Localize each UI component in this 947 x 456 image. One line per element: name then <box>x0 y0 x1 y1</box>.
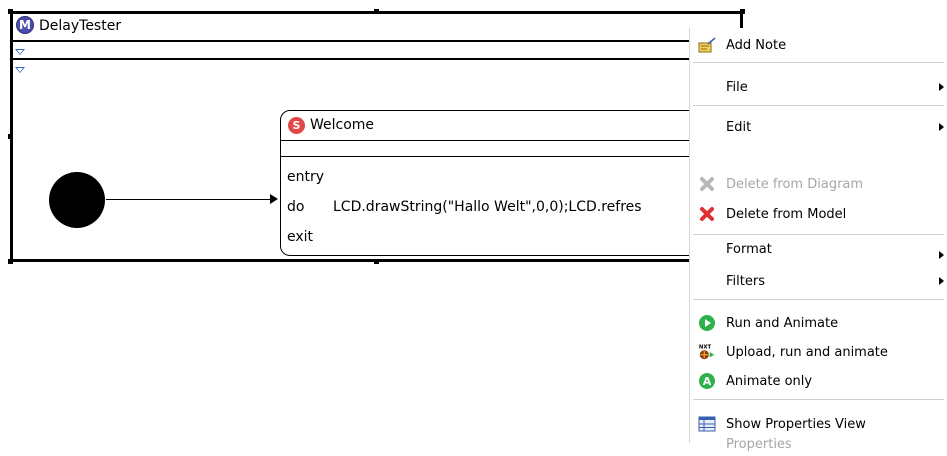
menu-item-file[interactable]: File <box>690 74 947 100</box>
selection-handle[interactable] <box>374 9 379 14</box>
menu-separator <box>693 105 944 106</box>
state-title[interactable]: Welcome <box>310 117 374 133</box>
menu-item-delete-from-diagram[interactable]: Delete from Diagram <box>690 171 947 197</box>
welcome-state[interactable]: S Welcome entry do LCD.drawString("Hallo… <box>280 110 710 256</box>
selection-handle[interactable] <box>8 134 13 139</box>
menu-item-label: File <box>726 79 748 95</box>
add-note-icon <box>698 36 716 54</box>
menu-item-label: Filters <box>726 273 765 289</box>
nxt-upload-icon: NXT <box>698 343 716 361</box>
state-icon: S <box>288 117 305 134</box>
menu-item-properties[interactable]: Properties <box>690 430 947 456</box>
run-play-icon <box>698 314 716 332</box>
menu-item-animate-only[interactable]: A Animate only <box>690 368 947 394</box>
compartment-divider <box>13 58 740 60</box>
menu-item-label: Delete from Diagram <box>726 176 864 192</box>
menu-item-label: Run and Animate <box>726 315 839 331</box>
submenu-arrow-icon <box>939 123 944 131</box>
menu-item-edit[interactable]: Edit <box>690 114 947 140</box>
collapse-triangle-icon[interactable] <box>15 49 25 55</box>
menu-item-upload-run-animate[interactable]: NXT Upload, run and animate <box>690 339 947 365</box>
menu-separator <box>693 299 944 300</box>
initial-state-node[interactable] <box>49 172 105 228</box>
transition-arrow-icon <box>270 194 278 204</box>
context-menu: Add Note File Edit Delete from Diagram D… <box>689 28 947 452</box>
selection-handle[interactable] <box>8 259 13 264</box>
menu-separator <box>693 399 944 400</box>
selection-handle[interactable] <box>8 9 13 14</box>
do-action-code: LCD.drawString("Hallo Welt",0,0);LCD.ref… <box>333 199 642 215</box>
menu-item-label: Upload, run and animate <box>726 344 888 360</box>
menu-item-label: Animate only <box>726 373 813 389</box>
menu-item-label: Properties <box>726 437 792 452</box>
state-machine-icon: M <box>16 16 34 34</box>
menu-item-label: Edit <box>726 119 752 135</box>
nxt-icon-text: NXT <box>699 344 712 350</box>
menu-item-run-and-animate[interactable]: Run and Animate <box>690 310 947 336</box>
collapse-triangle-icon[interactable] <box>15 67 25 73</box>
state-divider <box>281 156 709 157</box>
state-divider <box>281 140 709 141</box>
animate-icon: A <box>698 372 716 390</box>
menu-item-label: Add Note <box>726 37 787 53</box>
menu-item-format[interactable]: Format <box>690 215 947 259</box>
entry-action-label: entry <box>287 169 325 185</box>
state-machine-header: M DelayTester <box>13 14 740 40</box>
do-action-label: do <box>287 199 305 215</box>
compartment-divider <box>13 40 740 42</box>
submenu-arrow-icon <box>939 83 944 91</box>
menu-separator <box>693 62 944 63</box>
exit-action-label: exit <box>287 229 314 245</box>
animate-icon-text: A <box>703 375 712 388</box>
delete-gray-icon <box>698 175 716 193</box>
selection-handle[interactable] <box>740 9 745 14</box>
transition-line[interactable] <box>106 199 272 200</box>
state-machine-title[interactable]: DelayTester <box>39 18 121 34</box>
menu-item-add-note[interactable]: Add Note <box>690 32 947 58</box>
menu-item-filters[interactable]: Filters <box>690 268 947 294</box>
selection-handle[interactable] <box>374 259 379 264</box>
menu-item-label: Format <box>726 242 772 257</box>
submenu-arrow-icon <box>939 251 944 259</box>
submenu-arrow-icon <box>939 277 944 285</box>
